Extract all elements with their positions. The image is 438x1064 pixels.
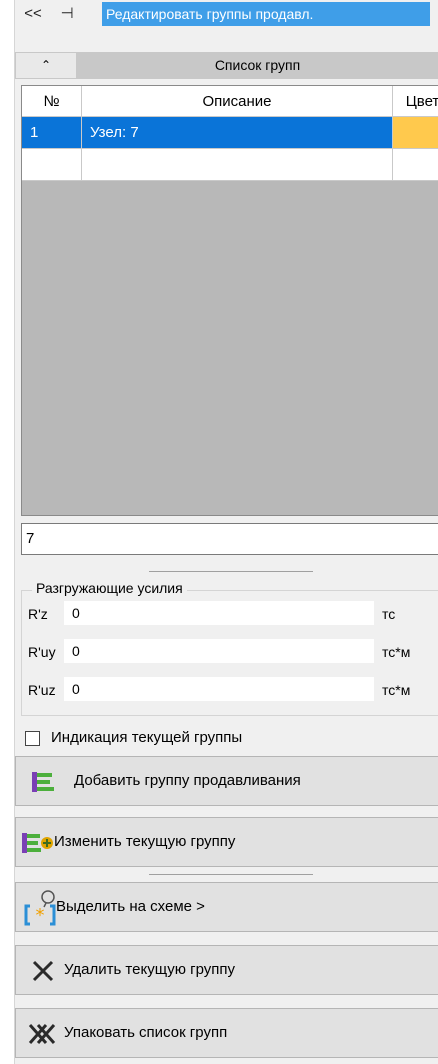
double-x-cross-icon — [28, 1024, 56, 1044]
indicate-current-group-label[interactable]: Индикация текущей группы — [51, 728, 242, 748]
pack-list-button[interactable]: Упаковать список групп — [15, 1008, 438, 1058]
pin-icon[interactable]: ⊣ — [55, 3, 79, 25]
row-number-cell[interactable]: 1 — [22, 117, 82, 149]
force-input-ruz[interactable]: 0 — [64, 677, 374, 701]
buttons-separator — [149, 874, 313, 875]
force-unit-rz: тс — [382, 606, 396, 622]
edit-group-label: Изменить текущую группу — [54, 833, 236, 850]
force-unit-ruz: тс*м — [382, 682, 411, 698]
delete-group-label: Удалить текущую группу — [64, 961, 236, 978]
force-row-ruy: R'uy 0 тс*м — [22, 639, 438, 665]
force-row-ruz: R'uz 0 тс*м — [22, 677, 438, 703]
row-description-cell[interactable]: Узел: 7 — [82, 117, 393, 149]
select-on-scheme-button[interactable]: * Выделить на схеме > — [15, 882, 438, 932]
edit-group-button[interactable]: Изменить текущую группу — [15, 817, 438, 867]
unloading-forces-group: Разгружающие усилия R'z 0 тс R'uy 0 тс*м… — [21, 580, 438, 716]
svg-text:*: * — [36, 905, 45, 926]
column-header-description[interactable]: Описание — [82, 86, 393, 117]
select-on-scheme-label: Выделить на схеме > — [56, 898, 205, 915]
unloading-forces-title: Разгружающие усилия — [32, 580, 187, 596]
groups-list-title: Список групп — [76, 52, 438, 79]
add-group-button[interactable]: Добавить группу продавливания — [15, 756, 438, 806]
new-row-color-cell[interactable] — [393, 149, 438, 181]
new-row-description-cell[interactable] — [82, 149, 393, 181]
delete-group-button[interactable]: Удалить текущую группу — [15, 945, 438, 995]
row-color-cell[interactable] — [393, 117, 438, 149]
colored-list-icon — [32, 772, 54, 792]
force-input-ruy[interactable]: 0 — [64, 639, 374, 663]
x-cross-icon — [32, 960, 54, 982]
force-label-ruy: R'uy — [28, 644, 56, 660]
force-unit-ruy: тс*м — [382, 644, 411, 660]
force-input-rz[interactable]: 0 — [64, 601, 374, 625]
colored-list-plus-icon — [22, 833, 53, 853]
groups-list-header: ⌃ Список групп — [15, 52, 438, 79]
splitter-handle[interactable] — [149, 571, 313, 572]
chevron-up-icon: ⌃ — [40, 58, 52, 72]
group-description-input[interactable]: 7 — [21, 523, 438, 555]
add-group-label: Добавить группу продавливания — [74, 772, 301, 789]
groups-table[interactable]: № Описание Цвет 1 Узел: 7 — [21, 85, 438, 516]
column-header-color[interactable]: Цвет — [393, 86, 438, 117]
force-label-rz: R'z — [28, 606, 48, 622]
collapse-section-button[interactable]: ⌃ — [15, 52, 77, 79]
punching-groups-panel: << ⊣ Редактировать группы продавл. ⌃ Спи… — [14, 0, 438, 1064]
indicate-current-group-checkbox[interactable] — [25, 731, 40, 746]
new-row-number-cell[interactable] — [22, 149, 82, 181]
panel-title: Редактировать группы продавл. — [102, 2, 430, 26]
pack-list-label: Упаковать список групп — [64, 1024, 228, 1041]
column-header-number[interactable]: № — [22, 86, 82, 117]
collapse-panel-button[interactable]: << — [21, 3, 45, 25]
force-label-ruz: R'uz — [28, 682, 56, 698]
force-row-rz: R'z 0 тс — [22, 601, 438, 627]
panel-title-bar: << ⊣ Редактировать группы продавл. — [15, 0, 438, 28]
bracket-star-icon: * — [24, 890, 56, 926]
